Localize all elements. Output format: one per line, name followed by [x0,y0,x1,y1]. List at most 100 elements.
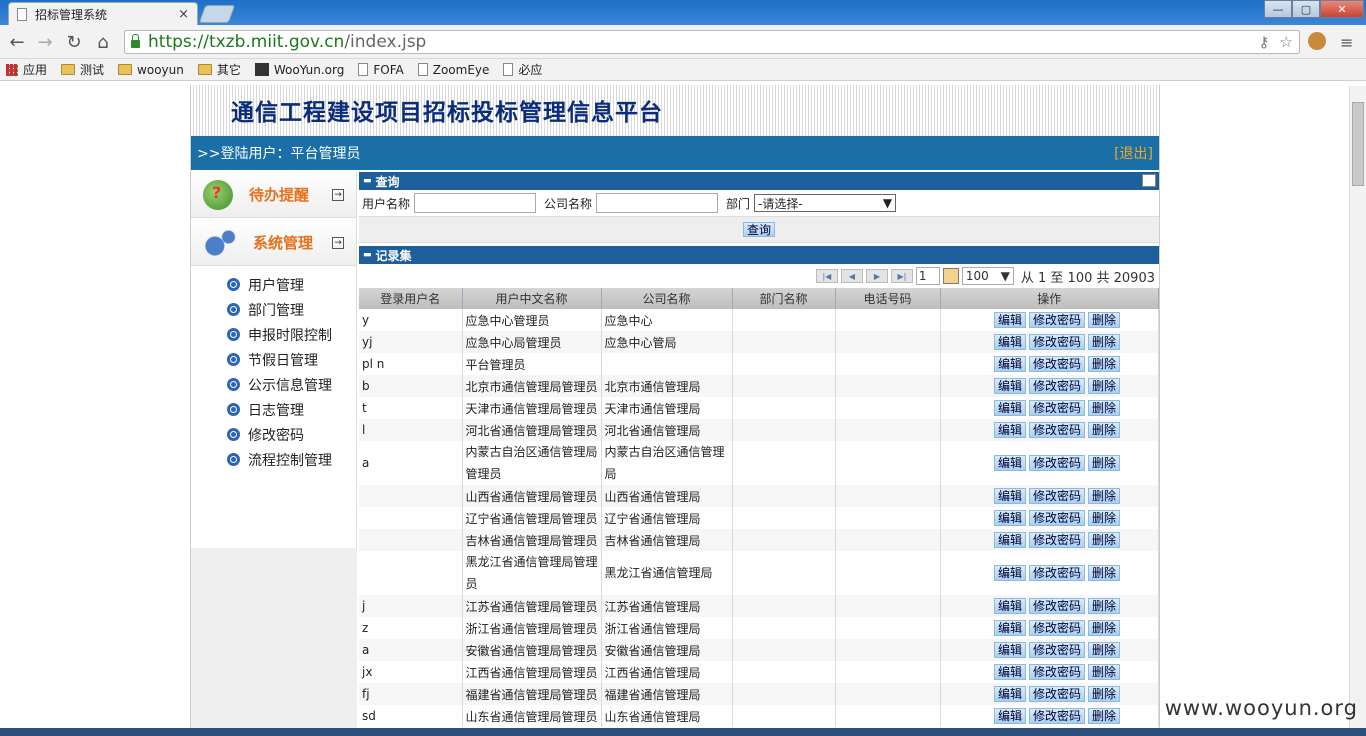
change-password-button[interactable]: 修改密码 [1028,686,1085,702]
menu-icon[interactable]: ≡ [1340,33,1353,52]
edit-button[interactable]: 编辑 [993,565,1026,581]
edit-button[interactable]: 编辑 [993,422,1026,438]
delete-button[interactable]: 删除 [1087,510,1120,526]
sidebar-item-log-management[interactable]: 日志管理 [227,397,356,422]
sidebar-item-deadline-control[interactable]: 申报时限控制 [227,322,356,347]
forward-icon[interactable]: → [34,31,56,53]
edit-icon[interactable] [1142,174,1156,187]
col-company[interactable]: 公司名称 [601,288,733,309]
edit-button[interactable]: 编辑 [993,532,1026,548]
delete-button[interactable]: 删除 [1087,488,1120,504]
sidebar-item-process-control[interactable]: 流程控制管理 [227,447,356,472]
username-input[interactable] [414,193,537,213]
col-chinese-name[interactable]: 用户中文名称 [462,288,602,309]
page-size-select[interactable]: 100 ▼ [961,267,1014,285]
home-icon[interactable]: ⌂ [92,31,114,53]
dept-select[interactable]: -请选择- ▼ [754,194,897,212]
bookmark-folder[interactable]: wooyun [118,63,184,77]
bookmark-link[interactable]: WooYun.org [254,63,344,77]
bookmark-folder[interactable]: 测试 [61,61,104,78]
sidebar-section-system[interactable]: 系统管理 → [191,220,356,266]
query-button[interactable]: 查询 [742,222,775,237]
change-password-button[interactable]: 修改密码 [1028,378,1085,394]
change-password-button[interactable]: 修改密码 [1028,455,1085,471]
delete-button[interactable]: 删除 [1087,664,1120,680]
delete-button[interactable]: 删除 [1087,400,1120,416]
expand-icon[interactable]: → [332,188,344,201]
change-password-button[interactable]: 修改密码 [1028,620,1085,636]
edit-button[interactable]: 编辑 [993,708,1026,724]
sidebar-item-notice-management[interactable]: 公示信息管理 [227,372,356,397]
edit-button[interactable]: 编辑 [993,334,1026,350]
reload-icon[interactable]: ↻ [63,31,85,53]
delete-button[interactable]: 删除 [1087,422,1120,438]
bookmark-star-icon[interactable]: ☆ [1280,33,1293,51]
extension-icon[interactable] [1308,32,1326,50]
delete-button[interactable]: 删除 [1087,708,1120,724]
company-input[interactable] [596,193,719,213]
go-page-icon[interactable] [942,268,959,284]
delete-button[interactable]: 删除 [1087,455,1120,471]
change-password-button[interactable]: 修改密码 [1028,356,1085,372]
edit-button[interactable]: 编辑 [993,400,1026,416]
edit-button[interactable]: 编辑 [993,686,1026,702]
last-page-icon[interactable]: ▶| [890,269,913,283]
logout-link[interactable]: [退出] [1114,143,1153,163]
change-password-button[interactable]: 修改密码 [1028,598,1085,614]
change-password-button[interactable]: 修改密码 [1028,532,1085,548]
next-page-icon[interactable]: ▶ [865,269,888,283]
edit-button[interactable]: 编辑 [993,598,1026,614]
minimize-button[interactable]: — [1264,0,1292,18]
col-login[interactable]: 登录用户名 [359,288,463,309]
change-password-button[interactable]: 修改密码 [1028,400,1085,416]
edit-button[interactable]: 编辑 [993,510,1026,526]
edit-button[interactable]: 编辑 [993,312,1026,328]
vertical-scrollbar[interactable] [1349,86,1366,736]
bookmark-folder[interactable]: 其它 [197,61,241,78]
edit-button[interactable]: 编辑 [993,378,1026,394]
sidebar-item-holiday-management[interactable]: 节假日管理 [227,347,356,372]
bookmark-link[interactable]: ZoomEye [417,63,489,77]
bookmark-link[interactable]: 必应 [503,61,542,78]
scroll-thumb[interactable] [1352,102,1364,186]
change-password-button[interactable]: 修改密码 [1028,488,1085,504]
delete-button[interactable]: 删除 [1087,620,1120,636]
edit-button[interactable]: 编辑 [993,455,1026,471]
col-department[interactable]: 部门名称 [732,288,836,309]
edit-button[interactable]: 编辑 [993,664,1026,680]
change-password-button[interactable]: 修改密码 [1028,510,1085,526]
delete-button[interactable]: 删除 [1087,598,1120,614]
delete-button[interactable]: 删除 [1087,532,1120,548]
window-close-button[interactable]: ✕ [1320,0,1364,18]
change-password-button[interactable]: 修改密码 [1028,422,1085,438]
back-icon[interactable]: ← [6,31,28,53]
bookmark-apps[interactable]: 应用 [6,61,47,78]
first-page-icon[interactable]: |◀ [815,269,838,283]
delete-button[interactable]: 删除 [1087,642,1120,658]
change-password-button[interactable]: 修改密码 [1028,642,1085,658]
prev-page-icon[interactable]: ◀ [840,269,863,283]
change-password-button[interactable]: 修改密码 [1028,708,1085,724]
maximize-button[interactable]: ▢ [1292,0,1320,18]
close-tab-icon[interactable]: × [178,7,189,22]
browser-tab[interactable]: 招标管理系统 × [8,2,198,25]
sidebar-item-user-management[interactable]: 用户管理 [227,272,356,297]
delete-button[interactable]: 删除 [1087,356,1120,372]
edit-button[interactable]: 编辑 [993,642,1026,658]
edit-button[interactable]: 编辑 [993,620,1026,636]
delete-button[interactable]: 删除 [1087,334,1120,350]
delete-button[interactable]: 删除 [1087,312,1120,328]
key-icon[interactable]: ⚷ [1259,33,1270,51]
delete-button[interactable]: 删除 [1087,565,1120,581]
page-number-input[interactable]: 1 [915,267,940,285]
delete-button[interactable]: 删除 [1087,686,1120,702]
sidebar-item-department-management[interactable]: 部门管理 [227,297,356,322]
sidebar-item-change-password[interactable]: 修改密码 [227,422,356,447]
address-bar[interactable]: https://txzb.miit.gov.cn/index.jsp ⚷ ☆ [124,30,1300,54]
delete-button[interactable]: 删除 [1087,378,1120,394]
new-tab-button[interactable] [198,5,236,23]
change-password-button[interactable]: 修改密码 [1028,664,1085,680]
sidebar-section-todo[interactable]: 待办提醒 → [191,172,356,218]
change-password-button[interactable]: 修改密码 [1028,334,1085,350]
expand-icon[interactable]: → [332,236,344,249]
